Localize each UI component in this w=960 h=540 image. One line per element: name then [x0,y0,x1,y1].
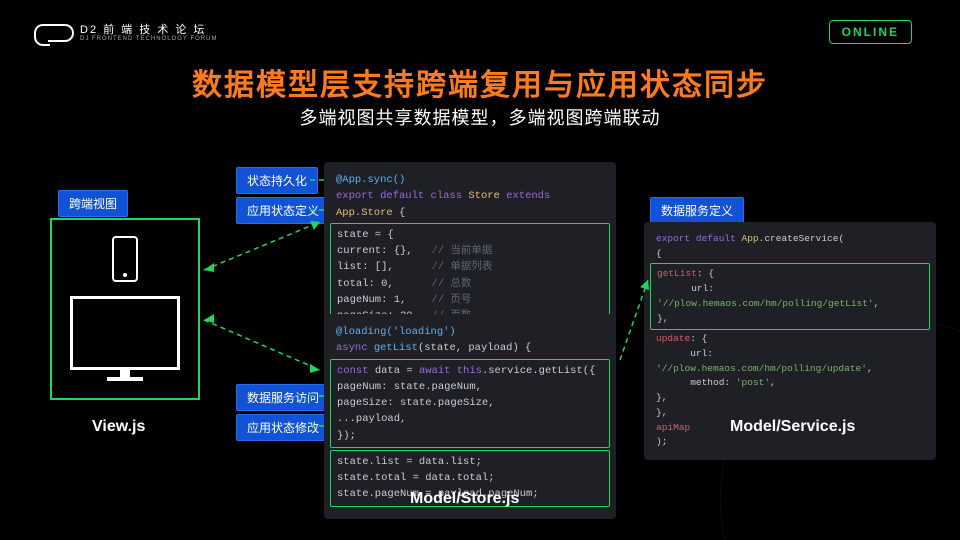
highlight-service-access: const data = await this.service.getList(… [330,359,610,448]
logo-subtitle: DJ FRONTEND TECHNOLOGY FORUM [80,36,217,42]
tag-app-state-def: 应用状态定义 [236,197,330,224]
logo: D2 前 端 技 术 论 坛 DJ FRONTEND TECHNOLOGY FO… [48,24,217,42]
slide: { "header": { "logo_title": "D2 前 端 技 术 … [0,0,960,540]
code-store-bottom: @loading('loading') async getList(state,… [324,314,616,519]
logo-title: D2 前 端 技 术 论 坛 [80,24,217,36]
tag-app-state-mod: 应用状态修改 [236,414,330,441]
slide-title: 数据模型层支持跨端复用与应用状态同步 [0,60,960,104]
online-badge: ONLINE [829,20,912,44]
monitor-icon [70,296,180,370]
caption-view: View.js [92,418,145,436]
tag-state-persist: 状态持久化 [236,167,318,194]
logo-icon [48,24,74,42]
slide-subtitle: 多端视图共享数据模型，多端视图跨端联动 [0,104,960,130]
phone-icon [112,236,138,282]
tag-data-service-access: 数据服务访问 [236,384,330,411]
highlight-service-def: getList: { url: '//plow.hemaos.com/hm/po… [650,263,930,330]
caption-store: Model/Store.js [410,490,519,508]
tag-cross-view: 跨端视图 [58,190,128,217]
tag-data-service-def: 数据服务定义 [650,197,744,224]
view-box [50,218,200,400]
caption-service: Model/Service.js [730,418,855,436]
